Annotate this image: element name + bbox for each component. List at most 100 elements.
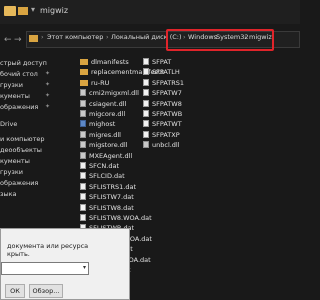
file-item[interactable]: MXEAgent.dll bbox=[80, 151, 133, 162]
file-name: migcore.dll bbox=[89, 110, 126, 118]
file-icon bbox=[143, 99, 149, 107]
sidebar-item-pictures-pc[interactable]: ображения bbox=[0, 179, 38, 187]
file-icon bbox=[80, 99, 86, 107]
file-item[interactable]: SFPATWT bbox=[143, 120, 182, 130]
file-item[interactable]: migres.dll bbox=[80, 130, 121, 141]
file-name: mighost bbox=[89, 120, 116, 129]
file-icon bbox=[80, 110, 86, 117]
chevron-down-icon[interactable]: ▾ bbox=[83, 264, 86, 271]
file-item[interactable]: SFPATXP bbox=[143, 130, 180, 141]
file-icon bbox=[143, 120, 149, 128]
sidebar-item-downloads[interactable]: грузки bbox=[0, 81, 23, 89]
file-name: migstore.dll bbox=[89, 141, 128, 150]
sidebar-item-onedrive[interactable]: Drive bbox=[0, 120, 17, 128]
file-item[interactable]: SFLISTW8.dat bbox=[80, 203, 134, 214]
folder-icon bbox=[18, 7, 28, 15]
sidebar-item-documents-pc[interactable]: кументы bbox=[0, 157, 30, 165]
quick-access-dropdown-icon[interactable]: ▾ bbox=[31, 5, 35, 14]
file-name: SFCN.dat bbox=[89, 162, 119, 170]
file-name: migres.dll bbox=[89, 130, 121, 139]
sidebar-item-music[interactable]: зыка bbox=[0, 190, 17, 198]
file-icon bbox=[143, 68, 149, 76]
file-icon bbox=[143, 58, 149, 65]
folder-icon bbox=[80, 69, 88, 76]
file-item[interactable]: SFPATRS1 bbox=[143, 78, 184, 89]
file-item[interactable]: migcore.dll bbox=[80, 110, 125, 120]
file-icon bbox=[80, 151, 86, 159]
dialog-description-line1: документа или ресурса bbox=[7, 242, 89, 250]
file-name: MXEAgent.dll bbox=[89, 151, 133, 160]
file-name: SFPAT bbox=[152, 58, 172, 66]
file-icon bbox=[80, 162, 86, 169]
sidebar-item-downloads-pc[interactable]: грузки bbox=[0, 168, 23, 176]
file-icon bbox=[80, 89, 86, 97]
file-item[interactable]: SFLISTW8.WOA.dat bbox=[80, 214, 152, 224]
sidebar-item-pictures[interactable]: ображения bbox=[0, 103, 38, 111]
file-item[interactable]: SFPATLH bbox=[143, 68, 180, 78]
file-item[interactable]: SFLISTRS1.dat bbox=[80, 182, 137, 193]
file-item[interactable]: SFLISTW7.dat bbox=[80, 193, 134, 203]
pin-icon: ✦ bbox=[45, 103, 51, 110]
run-input[interactable]: ▾ bbox=[1, 262, 89, 275]
file-icon bbox=[143, 110, 149, 117]
file-item[interactable]: SFPATWB bbox=[143, 110, 182, 120]
ok-button[interactable]: ОК bbox=[5, 284, 25, 298]
file-name: csiagent.dll bbox=[89, 99, 127, 108]
explorer-icon bbox=[4, 6, 16, 16]
run-dialog: документа или ресурса крыть. ▾ ОК Обзор.… bbox=[0, 228, 130, 300]
sidebar-item-videos[interactable]: деообъекты bbox=[0, 146, 42, 154]
address-folder-icon bbox=[29, 35, 38, 42]
file-icon bbox=[80, 130, 86, 138]
browse-button[interactable]: Обзор... bbox=[29, 284, 63, 298]
sidebar-item-quick-access[interactable]: стрый доступ bbox=[0, 59, 47, 67]
sidebar-item-desktop[interactable]: бочий стол bbox=[0, 70, 38, 78]
file-name: SFLCID.dat bbox=[89, 172, 125, 181]
file-icon bbox=[80, 141, 86, 149]
file-name: SFPATWB bbox=[152, 110, 183, 118]
pin-icon: ✦ bbox=[45, 70, 51, 77]
highlight-annotation bbox=[166, 29, 274, 51]
file-name: SFPATLH bbox=[152, 68, 180, 77]
file-name: ru-RU bbox=[91, 78, 110, 87]
file-item[interactable]: SFPAT bbox=[143, 58, 171, 68]
title-bar: ▾ migwiz bbox=[0, 0, 300, 24]
application-icon bbox=[80, 120, 86, 128]
sidebar-item-documents[interactable]: кументы bbox=[0, 92, 30, 100]
file-item[interactable]: SFPATW8 bbox=[143, 99, 182, 110]
file-icon bbox=[143, 78, 149, 86]
sidebar-item-this-pc[interactable]: и компьютер bbox=[0, 135, 45, 143]
forward-icon[interactable]: → bbox=[14, 35, 22, 45]
file-icon bbox=[80, 182, 86, 190]
file-name: dlmanifests bbox=[91, 58, 129, 66]
file-item[interactable]: SFCN.dat bbox=[80, 162, 119, 172]
file-item[interactable]: cmi2migxml.dll bbox=[80, 89, 139, 99]
back-icon[interactable]: ← bbox=[4, 35, 12, 45]
pin-icon: ✦ bbox=[45, 81, 51, 88]
file-item[interactable]: SFPATW7 bbox=[143, 89, 182, 99]
file-icon bbox=[80, 172, 86, 180]
file-name: SFPATW7 bbox=[152, 89, 182, 98]
file-item[interactable]: ru-RU bbox=[80, 79, 109, 89]
window-title: migwiz bbox=[40, 6, 69, 15]
file-name: SFLISTRS1.dat bbox=[89, 182, 137, 191]
file-name: SFPATW8 bbox=[152, 99, 182, 108]
file-name: SFPATXP bbox=[152, 130, 180, 139]
file-item[interactable]: csiagent.dll bbox=[80, 99, 127, 110]
folder-icon bbox=[80, 79, 88, 86]
file-name: unbcl.dll bbox=[152, 141, 180, 150]
file-icon bbox=[143, 89, 149, 97]
file-item[interactable]: mighost bbox=[80, 120, 115, 130]
file-name: cmi2migxml.dll bbox=[89, 89, 139, 98]
file-item[interactable]: SFLCID.dat bbox=[80, 172, 125, 182]
breadcrumb-separator: › bbox=[106, 33, 109, 41]
file-item[interactable]: dlmanifests bbox=[80, 58, 129, 68]
file-item[interactable]: unbcl.dll bbox=[143, 141, 180, 151]
file-name: SFLISTW8.WOA.dat bbox=[89, 214, 152, 222]
file-icon bbox=[80, 214, 86, 221]
file-name: SFLISTW7.dat bbox=[89, 193, 134, 202]
breadcrumb-separator: › bbox=[41, 33, 44, 41]
breadcrumb-this-pc[interactable]: Этот компьютер bbox=[47, 33, 103, 41]
file-item[interactable]: migstore.dll bbox=[80, 141, 128, 151]
file-name: SFPATWT bbox=[152, 120, 182, 129]
dialog-description-line2: крыть. bbox=[7, 250, 30, 258]
